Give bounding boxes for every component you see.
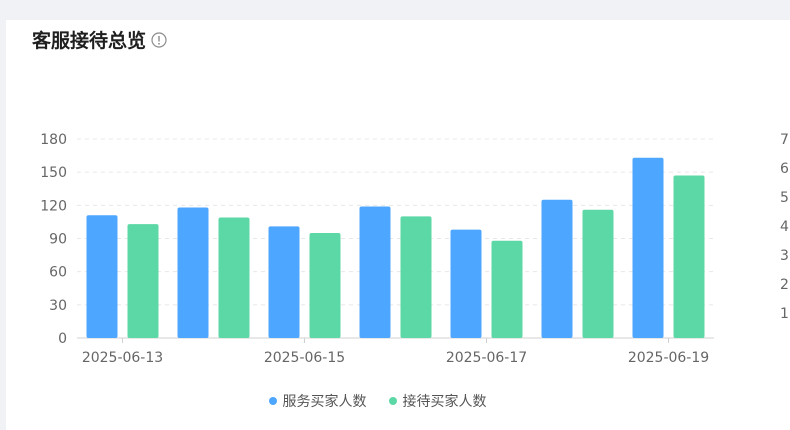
y-tick-label: 30 <box>49 298 67 314</box>
x-tick-label: 2025-06-17 <box>446 350 527 366</box>
bar-received-2025-06-13[interactable] <box>127 224 159 338</box>
grid-lines <box>77 138 714 339</box>
bar-served-2025-06-19[interactable] <box>632 157 664 338</box>
bar-served-2025-06-16[interactable] <box>359 206 391 338</box>
legend-dot-series-2 <box>388 397 397 405</box>
y-tick-label: 0 <box>58 331 67 347</box>
legend-item-series-1[interactable]: 服务买家人数 <box>268 391 367 411</box>
x-tick-label: 2025-06-15 <box>264 350 345 366</box>
bar-received-2025-06-17[interactable] <box>491 240 523 338</box>
right-y-tick-label: 5 <box>780 190 789 206</box>
y-tick-label: 60 <box>49 265 67 281</box>
bar-served-2025-06-15[interactable] <box>268 226 300 338</box>
y-tick-label: 150 <box>40 165 67 181</box>
x-axis: 2025-06-13 2025-06-15 2025-06-17 2025-06-19 <box>82 338 709 366</box>
bar-received-2025-06-19[interactable] <box>673 175 705 338</box>
right-y-tick-label: 1 <box>780 306 789 322</box>
y-tick-label: 90 <box>49 232 67 248</box>
legend-label-series-1: 服务买家人数 <box>282 394 367 410</box>
right-y-tick-label: 4 <box>780 219 789 235</box>
bar-received-2025-06-14[interactable] <box>218 217 250 338</box>
legend-label-series-2: 接待买家人数 <box>402 394 487 410</box>
bar-received-2025-06-18[interactable] <box>582 209 614 338</box>
legend: 服务买家人数 接待买家人数 <box>0 391 755 411</box>
x-tick-label: 2025-06-13 <box>82 350 163 366</box>
bar-received-2025-06-16[interactable] <box>400 216 432 338</box>
bar-chart: 0306090120150180 1234567 2025-06-13 2025-… <box>40 132 789 366</box>
right-y-tick-label: 3 <box>780 248 789 264</box>
right-y-tick-label: 7 <box>780 132 789 148</box>
bar-served-2025-06-17[interactable] <box>450 229 482 338</box>
bar-received-2025-06-15[interactable] <box>309 232 341 338</box>
y-tick-label: 120 <box>40 198 67 214</box>
bar-served-2025-06-14[interactable] <box>177 207 209 338</box>
right-y-axis: 1 2 3 4 5 6 7 <box>780 132 789 322</box>
y-axis: 0 30 60 90 120 150 180 <box>40 132 67 347</box>
bar-served-2025-06-13[interactable] <box>86 215 118 338</box>
right-y-tick-label: 6 <box>780 161 789 177</box>
legend-item-series-2[interactable]: 接待买家人数 <box>388 391 487 411</box>
right-y-tick-label: 2 <box>780 277 789 293</box>
bars-layer <box>86 157 705 338</box>
bar-served-2025-06-18[interactable] <box>541 199 573 338</box>
legend-dot-series-1 <box>268 397 277 405</box>
x-tick-label: 2025-06-19 <box>628 350 709 366</box>
y-tick-label: 180 <box>40 132 67 148</box>
